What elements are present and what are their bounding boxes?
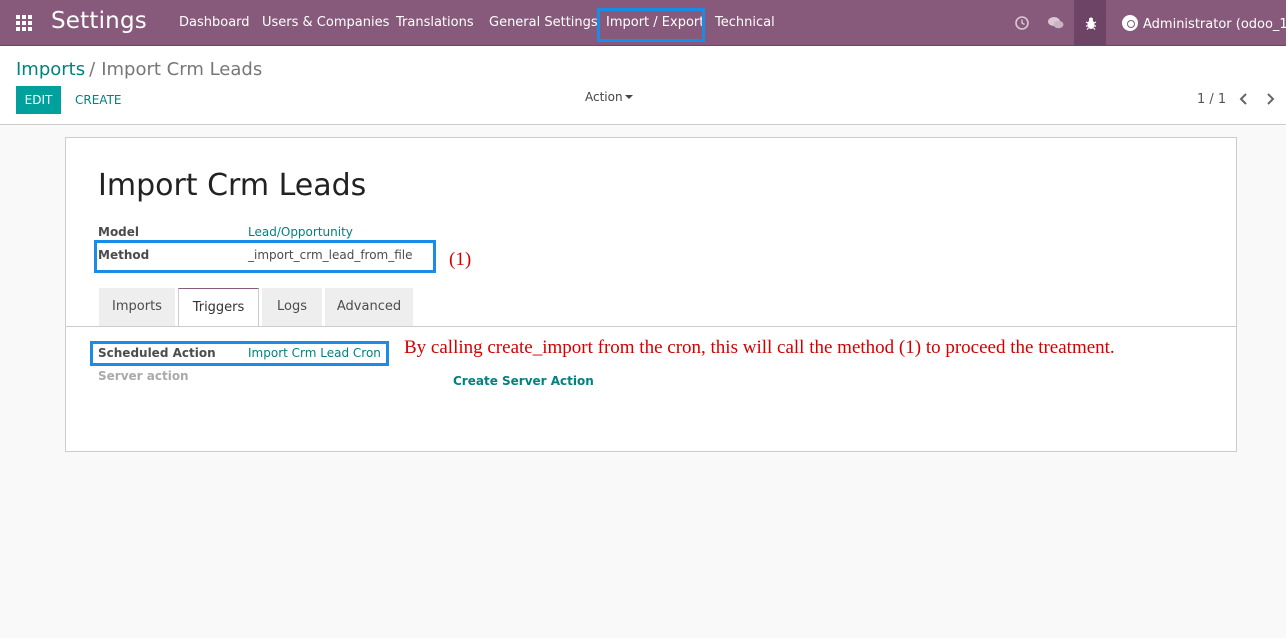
menu-users-companies[interactable]: Users & Companies: [262, 15, 389, 30]
form-sheet: Import Crm Leads Model Lead/Opportunity …: [65, 137, 1237, 452]
apps-grid-icon[interactable]: [14, 13, 34, 33]
bug-icon: [1085, 17, 1097, 30]
breadcrumb-current: Import Crm Leads: [101, 59, 263, 80]
tab-logs[interactable]: Logs: [262, 288, 322, 326]
discuss-chat-icon[interactable]: [1047, 14, 1065, 32]
user-menu[interactable]: Administrator (odoo_11): [1122, 15, 1286, 32]
import-export-highlight-box: [597, 8, 705, 42]
caret-down-icon: [624, 95, 633, 99]
tab-triggers[interactable]: Triggers: [178, 288, 259, 327]
scheduled-action-highlight-box: [90, 341, 389, 366]
annotation-note: By calling create_import from the cron, …: [404, 337, 1115, 358]
create-button[interactable]: CREATE: [75, 93, 122, 107]
pager-previous-icon[interactable]: [1236, 91, 1252, 107]
action-dropdown[interactable]: Action: [585, 90, 633, 104]
user-name: Administrator (odoo_11): [1143, 17, 1286, 32]
menu-technical[interactable]: Technical: [715, 15, 775, 30]
model-value[interactable]: Lead/Opportunity: [248, 225, 353, 239]
model-label: Model: [98, 225, 140, 239]
menu-translations[interactable]: Translations: [396, 15, 474, 30]
top-navbar: Settings Dashboard Users & Companies Tra…: [0, 0, 1286, 46]
control-panel: Imports / Import Crm Leads EDIT CREATE Act…: [0, 46, 1286, 125]
breadcrumb-separator: /: [89, 59, 96, 80]
pager-next-icon[interactable]: [1262, 91, 1278, 107]
tabs-divider: [66, 326, 1236, 327]
annotation-marker: (1): [449, 249, 472, 270]
user-avatar: [1122, 15, 1138, 31]
edit-button[interactable]: EDIT: [16, 86, 61, 114]
menu-dashboard[interactable]: Dashboard: [179, 15, 250, 30]
breadcrumb-imports[interactable]: Imports: [16, 59, 85, 80]
create-server-action-button[interactable]: Create Server Action: [453, 374, 594, 388]
action-label: Action: [585, 90, 623, 104]
server-action-label: Server action: [98, 369, 189, 383]
breadcrumb: Imports / Import Crm Leads: [16, 59, 262, 80]
menu-general-settings[interactable]: General Settings: [489, 15, 598, 30]
app-title: Settings: [51, 8, 147, 34]
method-highlight-box: [94, 240, 436, 273]
tab-advanced[interactable]: Advanced: [325, 288, 413, 326]
record-title: Import Crm Leads: [98, 168, 367, 203]
tab-imports[interactable]: Imports: [99, 288, 175, 326]
activity-clock-icon[interactable]: [1013, 14, 1031, 32]
pager-value: 1 / 1: [1197, 92, 1227, 107]
